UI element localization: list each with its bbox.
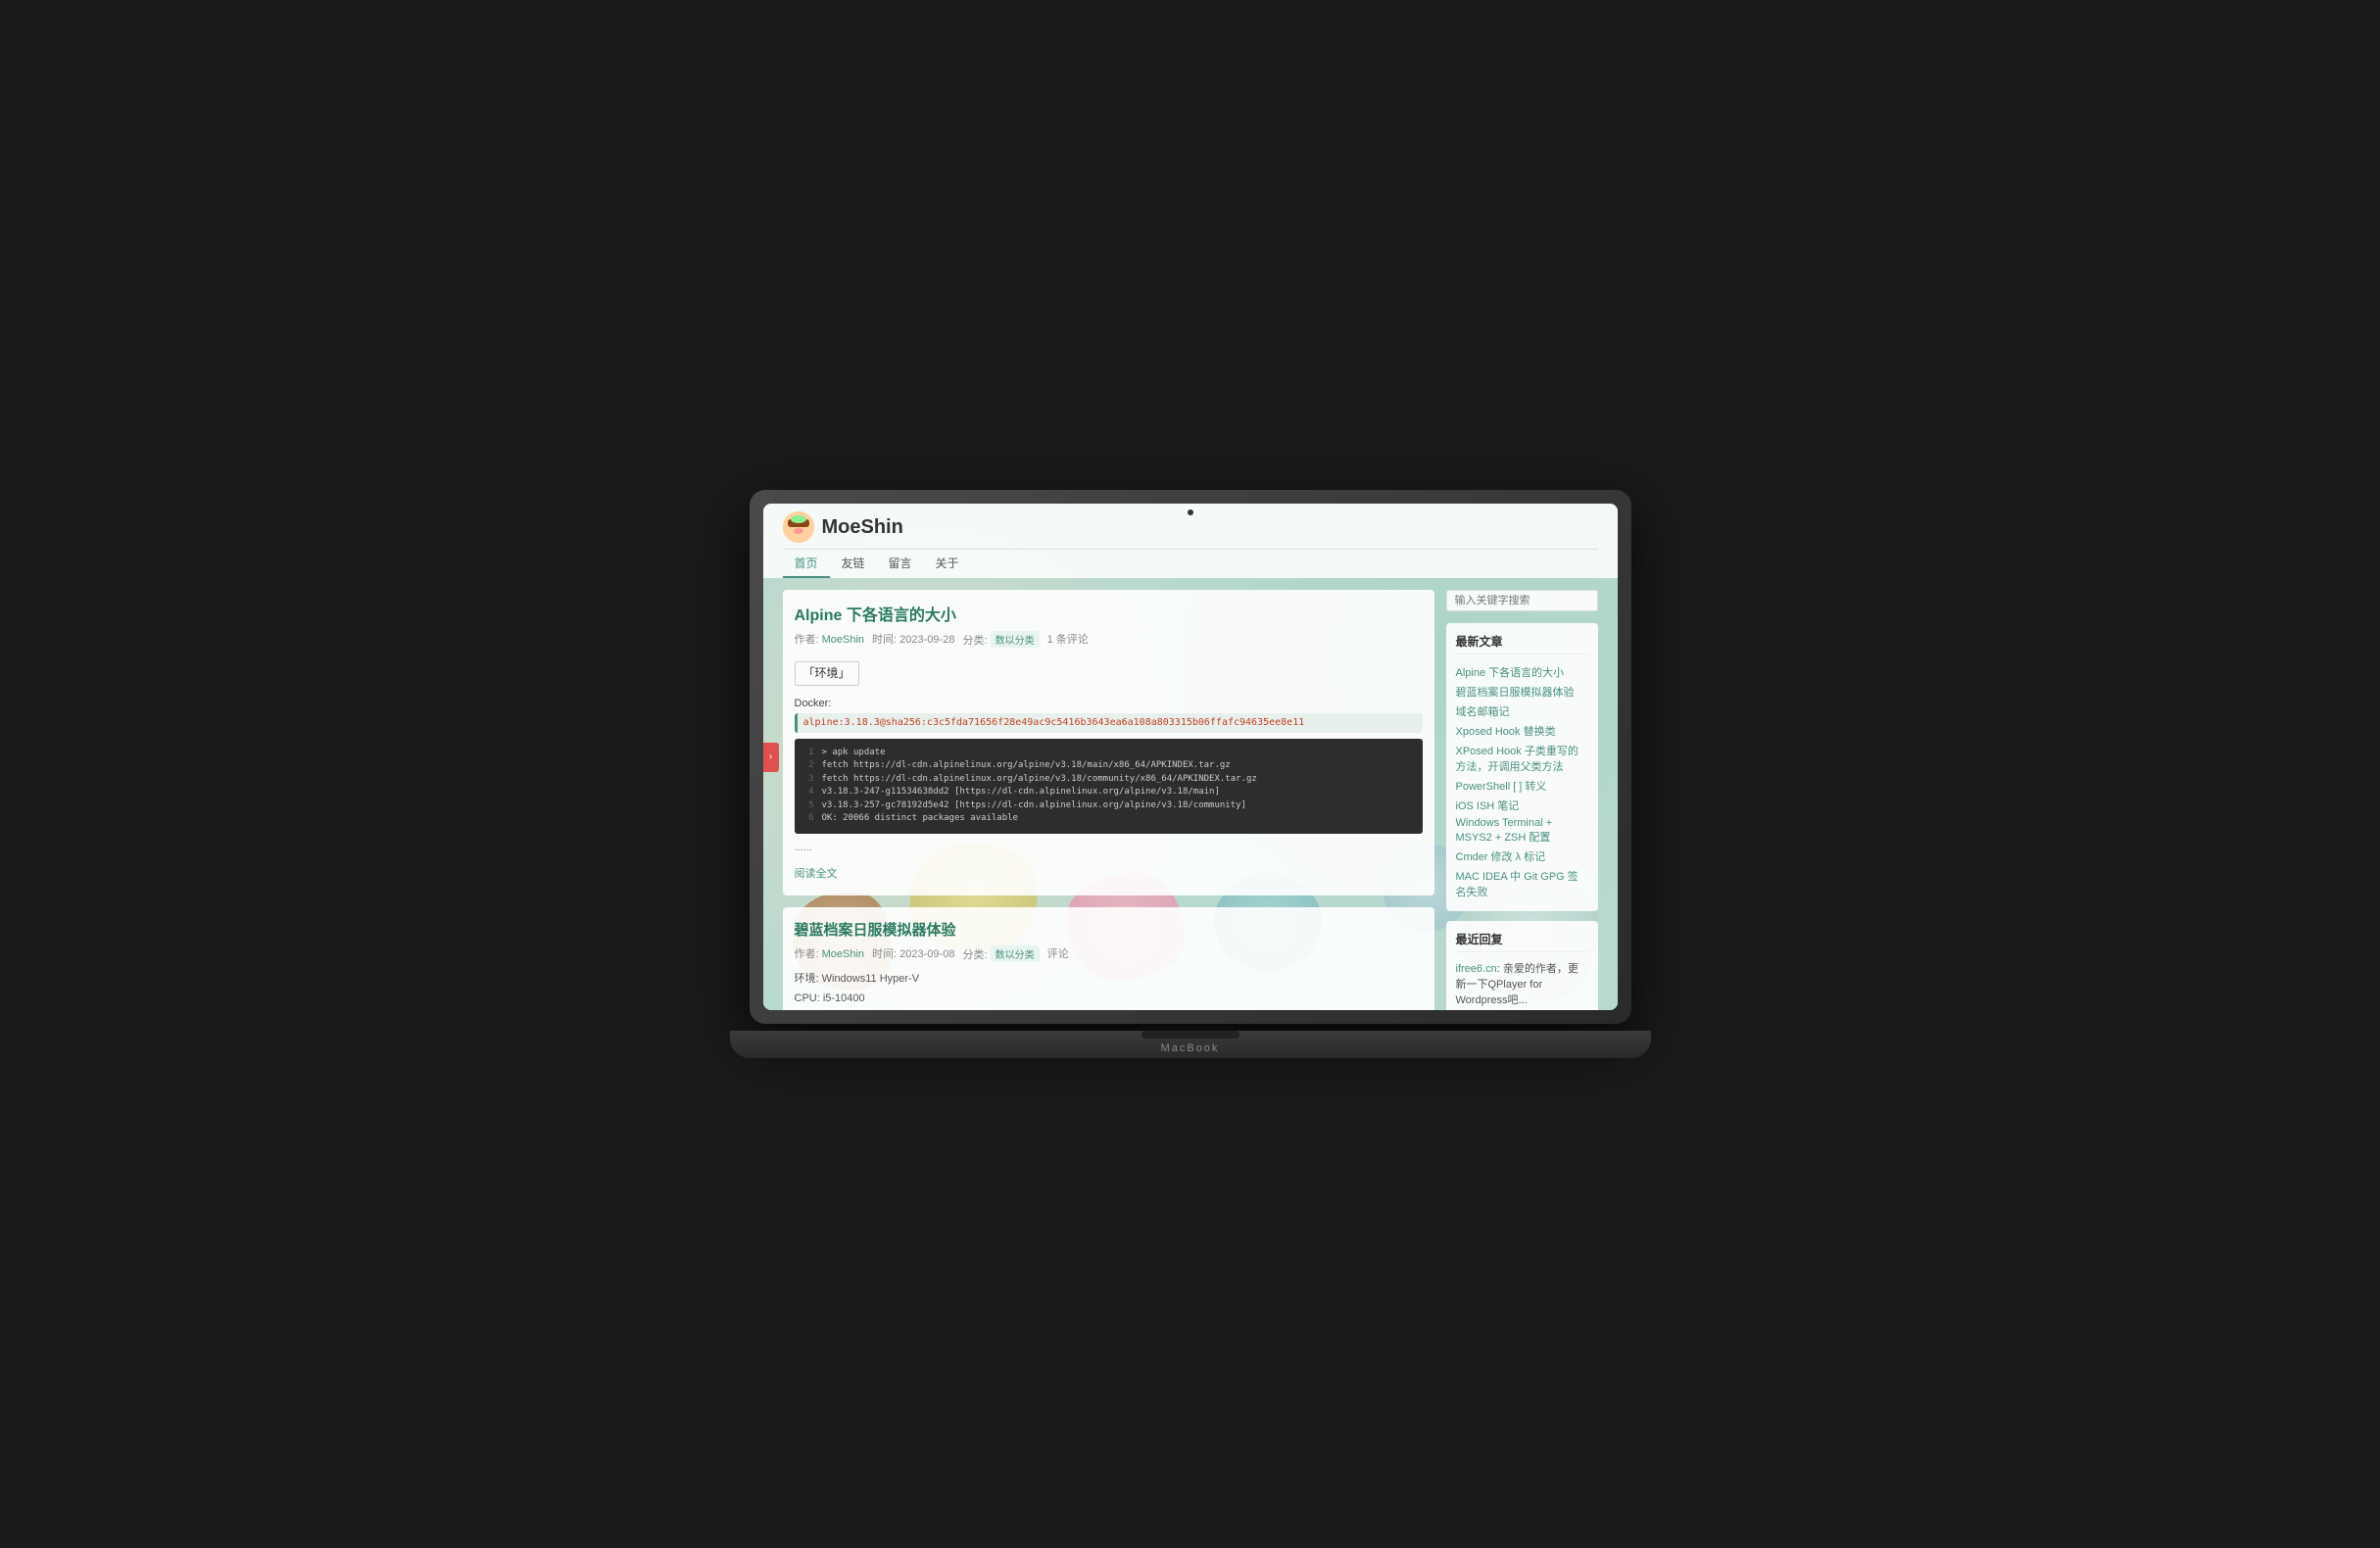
article-1-comments[interactable]: 1 条评论: [1047, 631, 1089, 648]
laptop-wrapper: ›: [750, 490, 1631, 1058]
laptop-hinge: [1141, 1031, 1239, 1039]
read-more-1[interactable]: 阅读全文: [795, 866, 838, 884]
recent-article-1[interactable]: 碧蓝档案日服模拟器体验: [1456, 682, 1588, 701]
article-card-2: 碧蓝档案日服模拟器体验 作者: MoeShin 时间: 2023-09-08 分…: [783, 907, 1434, 1010]
article-2-date: 2023-09-08: [899, 948, 954, 960]
code-line-5: 5 v3.18.3-257-gc78192d5e42 [https://dl-c…: [804, 799, 1413, 813]
line-num-3: 3: [804, 773, 814, 787]
article-1-date: 2023-09-28: [899, 634, 954, 646]
screen-content: ›: [763, 504, 1618, 1010]
recent-articles-widget: 最新文章 Alpine 下各语言的大小 碧蓝档案日服模拟器体验 域名邮箱记 Xp…: [1446, 623, 1598, 911]
nav-bar: 首页 友链 留言 关于: [783, 549, 1598, 578]
code-line-4: 4 v3.18.3-247-g11534638dd2 [https://dl-c…: [804, 786, 1413, 799]
line-text-3: fetch https://dl-cdn.alpinelinux.org/alp…: [822, 773, 1257, 787]
sidebar: 最新文章 Alpine 下各语言的大小 碧蓝档案日服模拟器体验 域名邮箱记 Xp…: [1446, 590, 1598, 1010]
article-1-body: 「环境」 Docker: alpine:3.18.3@sha256:c3c5fd…: [795, 655, 1423, 884]
env-os: 环境: Windows11 Hyper-V: [795, 970, 1423, 990]
recent-articles-title: 最新文章: [1456, 633, 1588, 654]
line-text-2: fetch https://dl-cdn.alpinelinux.org/alp…: [822, 759, 1231, 773]
recent-article-4[interactable]: XPosed Hook 子类重写的方法，开调用父类方法: [1456, 741, 1588, 776]
article-2-comments[interactable]: 评论: [1047, 945, 1069, 962]
code-line-2: 2 fetch https://dl-cdn.alpinelinux.org/a…: [804, 759, 1413, 773]
env-gpu: GPU: AMD RX5500XT: [795, 1009, 1423, 1010]
recent-article-0[interactable]: Alpine 下各语言的大小: [1456, 662, 1588, 682]
screen-bezel: ›: [763, 504, 1618, 1010]
code-block-1: 1 > apk update 2 fetch https://dl-cdn.al…: [795, 739, 1423, 834]
code-line-1: 1 > apk update: [804, 747, 1413, 760]
header-top: MoeShin: [783, 511, 1598, 549]
main-layout: Alpine 下各语言的大小 作者: MoeShin 时间: 2023-09-2…: [763, 578, 1618, 1010]
article-2-category[interactable]: 数以分类: [991, 945, 1040, 962]
site-logo: [783, 511, 814, 543]
article-1-author[interactable]: MoeShin: [822, 634, 864, 646]
line-text-1: > apk update: [822, 747, 886, 760]
line-num-6: 6: [804, 812, 814, 826]
laptop-base: MacBook: [730, 1031, 1651, 1058]
recent-article-3[interactable]: Xposed Hook 替换类: [1456, 721, 1588, 741]
ellipsis-1: ......: [795, 840, 1423, 857]
env-section-label: 「环境」: [795, 661, 859, 686]
article-1-category[interactable]: 数以分类: [991, 631, 1040, 648]
article-2-title[interactable]: 碧蓝档案日服模拟器体验: [795, 919, 1423, 940]
logo-avatar: [783, 511, 814, 543]
line-num-5: 5: [804, 799, 814, 813]
recent-article-9[interactable]: MAC IDEA 中 Git GPG 签名失败: [1456, 866, 1588, 901]
article-card-1: Alpine 下各语言的大小 作者: MoeShin 时间: 2023-09-2…: [783, 590, 1434, 895]
camera-dot: [1188, 509, 1193, 515]
search-input[interactable]: [1455, 595, 1594, 606]
search-box[interactable]: [1446, 590, 1598, 611]
recent-article-5[interactable]: PowerShell [ ] 转义: [1456, 776, 1588, 796]
recent-comments-widget: 最近回复 ifree6.cn: 亲爱的作者，更新一下QPlayer for Wo…: [1446, 921, 1598, 1010]
nav-item-guestbook[interactable]: 留言: [877, 550, 924, 578]
comment-0-author[interactable]: ifree6.cn: [1456, 963, 1497, 975]
line-text-6: OK: 20066 distinct packages available: [822, 812, 1018, 826]
comment-0: ifree6.cn: 亲爱的作者，更新一下QPlayer for Wordpre…: [1456, 960, 1588, 1007]
code-line-6: 6 OK: 20066 distinct packages available: [804, 812, 1413, 826]
line-num-1: 1: [804, 747, 814, 760]
article-1-meta: 作者: MoeShin 时间: 2023-09-28 分类: 数以分类 1 条评…: [795, 631, 1423, 648]
env-text: Docker:: [795, 698, 832, 709]
site-title: MoeShin: [822, 516, 903, 539]
nav-prev-arrow[interactable]: ›: [763, 743, 779, 772]
article-2-env: 环境: Windows11 Hyper-V CPU: i5-10400 GPU:…: [795, 970, 1423, 1010]
env-cpu: CPU: i5-10400: [795, 990, 1423, 1009]
laptop-body: ›: [750, 490, 1631, 1024]
recent-article-2[interactable]: 域名邮箱记: [1456, 701, 1588, 721]
line-num-2: 2: [804, 759, 814, 773]
content-area: Alpine 下各语言的大小 作者: MoeShin 时间: 2023-09-2…: [783, 590, 1434, 1010]
article-1-title[interactable]: Alpine 下各语言的大小: [795, 602, 1423, 625]
nav-item-about[interactable]: 关于: [924, 550, 971, 578]
recent-article-7[interactable]: Windows Terminal + MSYS2 + ZSH 配置: [1456, 815, 1588, 847]
nav-item-friends[interactable]: 友链: [830, 550, 877, 578]
env-code: alpine:3.18.3@sha256:c3c5fda71656f28e49a…: [795, 713, 1423, 733]
line-text-5: v3.18.3-257-gc78192d5e42 [https://dl-cdn…: [822, 799, 1246, 813]
article-2-author[interactable]: MoeShin: [822, 948, 864, 960]
recent-article-8[interactable]: Cmder 修改 λ 标记: [1456, 847, 1588, 866]
article-2-meta: 作者: MoeShin 时间: 2023-09-08 分类: 数以分类 评论: [795, 945, 1423, 962]
line-text-4: v3.18.3-247-g11534638dd2 [https://dl-cdn…: [822, 786, 1220, 799]
site-wrapper[interactable]: ›: [763, 504, 1618, 1010]
line-num-4: 4: [804, 786, 814, 799]
recent-article-6[interactable]: iOS ISH 笔记: [1456, 796, 1588, 815]
code-line-3: 3 fetch https://dl-cdn.alpinelinux.org/a…: [804, 773, 1413, 787]
nav-item-home[interactable]: 首页: [783, 550, 830, 578]
recent-comments-title: 最近回复: [1456, 931, 1588, 952]
laptop-brand: MacBook: [1161, 1042, 1220, 1054]
